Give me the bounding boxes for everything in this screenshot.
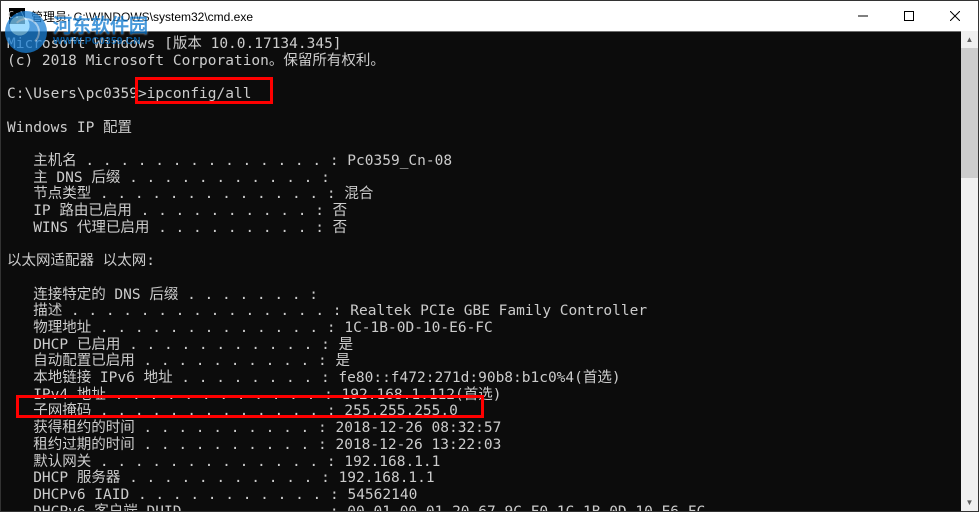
- cmd-icon: C:\: [9, 8, 25, 24]
- maximize-button[interactable]: [886, 1, 932, 30]
- scrollbar[interactable]: ▲ ▼: [961, 31, 978, 511]
- scroll-up-button[interactable]: ▲: [961, 31, 978, 48]
- close-button[interactable]: [932, 1, 978, 30]
- window-title: 管理员: C:\WINDOWS\system32\cmd.exe: [31, 8, 253, 25]
- terminal-output[interactable]: Microsoft Windows [版本 10.0.17134.345] (c…: [1, 32, 978, 511]
- scroll-thumb[interactable]: [961, 48, 978, 178]
- scroll-track[interactable]: [961, 48, 978, 494]
- minimize-button[interactable]: [840, 1, 886, 30]
- cmd-window: C:\ 管理员: C:\WINDOWS\system32\cmd.exe Mic…: [0, 0, 979, 512]
- scroll-down-button[interactable]: ▼: [961, 494, 978, 511]
- window-controls: [840, 1, 978, 30]
- titlebar[interactable]: C:\ 管理员: C:\WINDOWS\system32\cmd.exe: [1, 1, 978, 32]
